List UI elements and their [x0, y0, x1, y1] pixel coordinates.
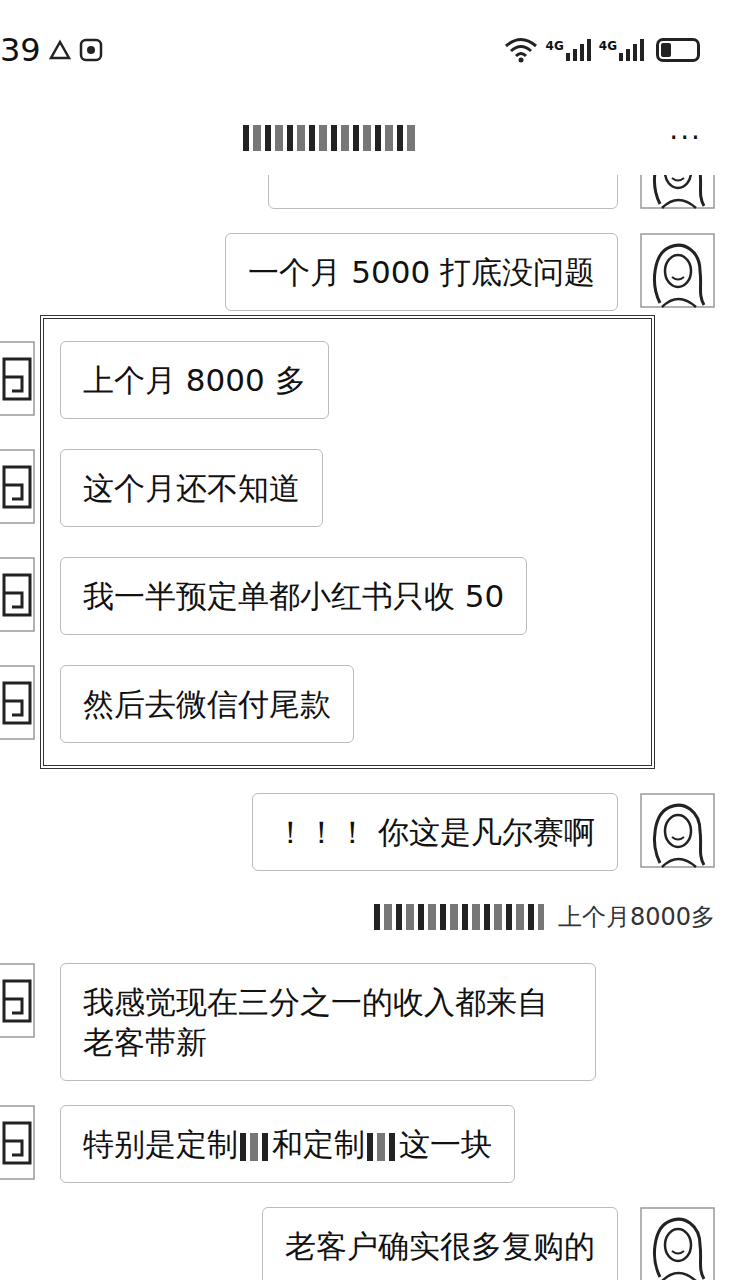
woman-avatar-icon[interactable]	[640, 1207, 715, 1280]
quote-row: 上个月8000多	[0, 895, 740, 939]
message-row: 这个月还不知道	[0, 449, 651, 527]
contact-avatar-icon[interactable]	[0, 665, 35, 740]
message-row: 然后去微信付尾款	[0, 665, 651, 743]
more-button[interactable]: ···	[669, 121, 702, 154]
signal-icon	[565, 39, 591, 61]
message-bubble[interactable]: 这个月还不知道	[60, 449, 323, 527]
message-bubble[interactable]: 老客户确实很多复购的	[262, 1207, 618, 1280]
message-row: 我感觉现在三分之一的收入都来自老客带新	[0, 963, 740, 1081]
message-bubble[interactable]	[268, 175, 618, 209]
message-bubble[interactable]: 上个月 8000 多	[60, 341, 329, 419]
redacted-text	[240, 1133, 270, 1161]
message-bubble[interactable]: 我一半预定单都小红书只收 50	[60, 557, 527, 635]
message-row: 一个月 5000 打底没问题	[0, 233, 740, 311]
message-bubble[interactable]: 一个月 5000 打底没问题	[225, 233, 618, 311]
redacted-text	[367, 1133, 397, 1161]
contact-avatar-icon[interactable]	[0, 341, 35, 416]
woman-avatar-icon[interactable]	[640, 233, 715, 308]
message-list: 一个月 5000 打底没问题 上个月 8000 多 这个月还不知道 我一半预定单…	[0, 175, 740, 1280]
quoted-message[interactable]: 上个月8000多	[374, 895, 715, 939]
woman-avatar-icon[interactable]	[640, 793, 715, 868]
alert-icon	[49, 39, 71, 61]
message-row: 我一半预定单都小红书只收 50	[0, 557, 651, 635]
chat-header: ···	[0, 100, 740, 175]
message-bubble[interactable]: ！！！ 你这是凡尔赛啊	[252, 793, 618, 871]
status-bar: 39 4G 4G	[0, 0, 740, 100]
status-time: 39	[0, 31, 41, 69]
contact-avatar-icon[interactable]	[0, 963, 35, 1038]
redacted-sender	[374, 904, 544, 930]
network-indicator: 4G	[599, 39, 644, 61]
selection-box: 上个月 8000 多 这个月还不知道 我一半预定单都小红书只收 50 然后去微信…	[40, 315, 655, 769]
woman-avatar-icon[interactable]	[640, 175, 715, 209]
message-bubble[interactable]: 我感觉现在三分之一的收入都来自老客带新	[60, 963, 596, 1081]
battery-icon	[656, 38, 700, 62]
message-row: 特别是定制和定制这一块	[0, 1105, 740, 1183]
contact-avatar-icon[interactable]	[0, 557, 35, 632]
chat-screen: 39 4G 4G ··· 一个月 5000 打底没问题 上个月 8000 多 这…	[0, 0, 740, 1280]
redacted-title	[243, 125, 418, 151]
network-indicator: 4G	[546, 39, 591, 61]
message-row	[0, 175, 740, 209]
wifi-icon	[504, 37, 538, 63]
message-row: 上个月 8000 多	[0, 341, 651, 419]
message-bubble[interactable]: 特别是定制和定制这一块	[60, 1105, 515, 1183]
app-icon	[79, 38, 103, 62]
message-row: ！！！ 你这是凡尔赛啊	[0, 793, 740, 871]
contact-avatar-icon[interactable]	[0, 1105, 35, 1180]
message-bubble[interactable]: 然后去微信付尾款	[60, 665, 354, 743]
contact-avatar-icon[interactable]	[0, 449, 35, 524]
signal-icon	[618, 39, 644, 61]
message-row: 老客户确实很多复购的	[0, 1207, 740, 1280]
